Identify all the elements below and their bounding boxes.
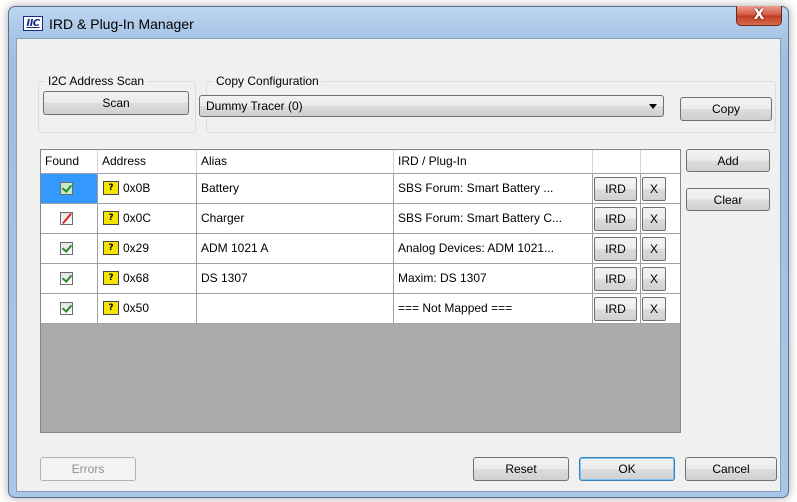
remove-button[interactable]: X xyxy=(642,207,666,231)
address-cell[interactable]: ? 0x50 xyxy=(98,294,197,324)
table-row[interactable]: ? 0x50 === Not Mapped === IRD X xyxy=(41,294,680,324)
alias-cell[interactable] xyxy=(197,294,394,324)
unknown-device-icon: ? xyxy=(103,211,119,225)
copy-config-selected-value: Dummy Tracer (0) xyxy=(206,99,303,113)
ird-button-cell: IRD xyxy=(593,174,641,204)
alias-cell[interactable]: DS 1307 xyxy=(197,264,394,294)
ird-cell[interactable]: Analog Devices: ADM 1021... xyxy=(394,234,593,264)
table-row[interactable]: ? 0x0C Charger SBS Forum: Smart Battery … xyxy=(41,204,680,234)
found-checkbox[interactable] xyxy=(60,212,73,225)
device-table[interactable]: Found Address Alias IRD / Plug-In ? 0x0B… xyxy=(40,149,681,433)
ird-button[interactable]: IRD xyxy=(594,237,637,261)
title-bar[interactable]: IIC IRD & Plug-In Manager X xyxy=(9,6,788,37)
address-cell[interactable]: ? 0x0C xyxy=(98,204,197,234)
ird-cell[interactable]: SBS Forum: Smart Battery C... xyxy=(394,204,593,234)
ird-button[interactable]: IRD xyxy=(594,207,637,231)
cancel-button[interactable]: Cancel xyxy=(685,457,777,481)
ird-button[interactable]: IRD xyxy=(594,177,637,201)
remove-button[interactable]: X xyxy=(642,267,666,291)
found-checkbox[interactable] xyxy=(60,242,73,255)
errors-button[interactable]: Errors xyxy=(40,457,136,481)
table-row[interactable]: ? 0x29 ADM 1021 A Analog Devices: ADM 10… xyxy=(41,234,680,264)
scan-button[interactable]: Scan xyxy=(43,91,189,115)
found-cell[interactable] xyxy=(41,234,98,264)
clear-button[interactable]: Clear xyxy=(686,188,770,211)
table-header: Found Address Alias IRD / Plug-In xyxy=(41,150,680,174)
reset-button[interactable]: Reset xyxy=(473,457,569,481)
app-icon: IIC xyxy=(23,16,43,31)
remove-button[interactable]: X xyxy=(642,177,666,201)
alias-cell[interactable]: Charger xyxy=(197,204,394,234)
ird-button-cell: IRD xyxy=(593,264,641,294)
ok-button[interactable]: OK xyxy=(579,457,675,481)
remove-button-cell: X xyxy=(641,294,680,324)
ird-button[interactable]: IRD xyxy=(594,267,637,291)
unknown-device-icon: ? xyxy=(103,241,119,255)
address-value: 0x50 xyxy=(123,301,150,315)
alias-cell[interactable]: ADM 1021 A xyxy=(197,234,394,264)
unknown-device-icon: ? xyxy=(103,181,119,195)
ird-button-cell: IRD xyxy=(593,204,641,234)
address-cell[interactable]: ? 0x29 xyxy=(98,234,197,264)
table-row[interactable]: ? 0x68 DS 1307 Maxim: DS 1307 IRD X xyxy=(41,264,680,294)
close-button[interactable]: X xyxy=(736,6,782,26)
unknown-device-icon: ? xyxy=(103,301,119,315)
remove-button[interactable]: X xyxy=(642,297,666,321)
found-cell[interactable] xyxy=(41,264,98,294)
table-row[interactable]: ? 0x0B Battery SBS Forum: Smart Battery … xyxy=(41,174,680,204)
address-value: 0x29 xyxy=(123,241,150,255)
found-checkbox[interactable] xyxy=(60,272,73,285)
address-value: 0x68 xyxy=(123,271,150,285)
address-cell[interactable]: ? 0x0B xyxy=(98,174,197,204)
dropdown-arrow-icon[interactable] xyxy=(649,104,657,109)
remove-button-cell: X xyxy=(641,204,680,234)
found-cell[interactable] xyxy=(41,174,98,204)
remove-button[interactable]: X xyxy=(642,237,666,261)
found-checkbox[interactable] xyxy=(60,302,73,315)
copy-config-select[interactable]: Dummy Tracer (0) xyxy=(199,95,664,117)
ird-cell[interactable]: SBS Forum: Smart Battery ... xyxy=(394,174,593,204)
alias-cell[interactable]: Battery xyxy=(197,174,394,204)
found-cell[interactable] xyxy=(41,294,98,324)
ird-button[interactable]: IRD xyxy=(594,297,637,321)
unknown-device-icon: ? xyxy=(103,271,119,285)
found-checkbox[interactable] xyxy=(60,182,73,195)
remove-button-cell: X xyxy=(641,234,680,264)
column-header-ird[interactable]: IRD / Plug-In xyxy=(394,150,593,174)
remove-button-cell: X xyxy=(641,174,680,204)
column-header-ird-button xyxy=(593,150,641,174)
copy-button[interactable]: Copy xyxy=(680,97,772,121)
column-header-alias[interactable]: Alias xyxy=(197,150,394,174)
remove-button-cell: X xyxy=(641,264,680,294)
address-value: 0x0B xyxy=(123,181,151,195)
column-header-found[interactable]: Found xyxy=(41,150,98,174)
scan-group-label: I2C Address Scan xyxy=(45,74,148,88)
address-cell[interactable]: ? 0x68 xyxy=(98,264,197,294)
ird-button-cell: IRD xyxy=(593,234,641,264)
found-cell[interactable] xyxy=(41,204,98,234)
column-header-remove-button xyxy=(641,150,680,174)
copy-config-group-label: Copy Configuration xyxy=(213,74,322,88)
add-button[interactable]: Add xyxy=(686,149,770,172)
column-header-address[interactable]: Address xyxy=(98,150,197,174)
dialog-window: IIC IRD & Plug-In Manager X I2C Address … xyxy=(8,6,789,498)
ird-button-cell: IRD xyxy=(593,294,641,324)
ird-cell[interactable]: === Not Mapped === xyxy=(394,294,593,324)
dialog-body: I2C Address Scan Scan Copy Configuration… xyxy=(16,38,781,492)
address-value: 0x0C xyxy=(123,211,152,225)
window-title: IRD & Plug-In Manager xyxy=(49,16,194,32)
ird-cell[interactable]: Maxim: DS 1307 xyxy=(394,264,593,294)
